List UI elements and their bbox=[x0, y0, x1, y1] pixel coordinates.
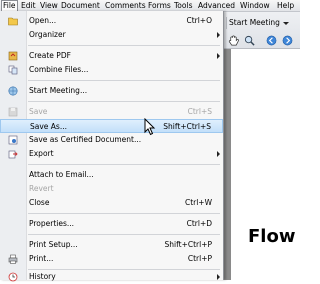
menu-item-label: History bbox=[29, 272, 56, 281]
menu-item-label: Print Setup... bbox=[29, 240, 78, 249]
menu-item-label: Close bbox=[29, 198, 50, 207]
menu-item-label: Properties... bbox=[29, 219, 75, 228]
menu-forms[interactable]: Forms bbox=[147, 1, 172, 10]
menu-item-revert: Revert bbox=[0, 182, 223, 196]
menu-item-organizer[interactable]: Organizer bbox=[0, 28, 223, 42]
submenu-arrow-icon bbox=[217, 53, 220, 59]
menu-item-save-as[interactable]: Save As... Shift+Ctrl+S bbox=[0, 119, 223, 133]
menu-window[interactable]: Window bbox=[239, 1, 271, 10]
file-menu: Open... Ctrl+O Organizer Create PDF Comb… bbox=[0, 11, 224, 282]
menu-item-label: Save As... bbox=[30, 122, 67, 131]
menu-item-label: Save bbox=[29, 107, 48, 116]
chevron-down-icon bbox=[282, 21, 289, 25]
menu-item-create-pdf[interactable]: Create PDF bbox=[0, 49, 223, 63]
menu-item-shortcut: Ctrl+P bbox=[187, 254, 212, 263]
print-icon bbox=[8, 254, 18, 264]
menu-separator bbox=[28, 80, 220, 81]
hand-icon[interactable] bbox=[228, 35, 239, 46]
menu-item-print[interactable]: Print... Ctrl+P bbox=[0, 252, 223, 266]
document-heading-text: Flow bbox=[248, 226, 296, 247]
menu-item-label: Start Meeting... bbox=[29, 86, 88, 95]
menu-item-label: Save as Certified Document... bbox=[29, 135, 142, 144]
submenu-arrow-icon bbox=[217, 32, 220, 38]
menu-item-save: Save Ctrl+S bbox=[0, 105, 223, 119]
menu-item-label: Organizer bbox=[29, 30, 66, 39]
menu-item-export[interactable]: Export bbox=[0, 147, 223, 161]
menu-comments[interactable]: Comments bbox=[104, 1, 147, 10]
save-icon bbox=[8, 107, 18, 117]
menu-item-label: Attach to Email... bbox=[29, 170, 94, 179]
menu-tools[interactable]: Tools bbox=[173, 1, 193, 10]
menu-item-label: Print... bbox=[29, 254, 54, 263]
menu-view[interactable]: View bbox=[39, 1, 59, 10]
menu-item-print-setup[interactable]: Print Setup... Shift+Ctrl+P bbox=[0, 238, 223, 252]
create-pdf-icon bbox=[8, 51, 18, 61]
menu-item-start-meeting[interactable]: Start Meeting... bbox=[0, 84, 223, 98]
menu-item-combine-files[interactable]: Combine Files... bbox=[0, 63, 223, 77]
back-icon[interactable] bbox=[266, 35, 277, 46]
submenu-arrow-icon bbox=[217, 274, 220, 280]
mouse-cursor-icon bbox=[144, 118, 156, 136]
meeting-icon bbox=[8, 86, 18, 96]
menu-document[interactable]: Document bbox=[60, 1, 101, 10]
menu-item-label: Export bbox=[29, 149, 54, 158]
menu-item-open[interactable]: Open... Ctrl+O bbox=[0, 14, 223, 28]
menu-item-shortcut: Ctrl+O bbox=[186, 16, 212, 25]
menu-separator bbox=[28, 213, 220, 214]
menu-item-history[interactable]: History bbox=[0, 270, 223, 284]
menu-item-shortcut: Shift+Ctrl+P bbox=[164, 240, 212, 249]
menu-item-properties[interactable]: Properties... Ctrl+D bbox=[0, 217, 223, 231]
menu-item-shortcut: Ctrl+S bbox=[187, 107, 212, 116]
toolbar: Start Meeting bbox=[224, 12, 300, 49]
certified-icon bbox=[8, 135, 18, 145]
forward-icon[interactable] bbox=[282, 35, 293, 46]
menu-item-shortcut: Shift+Ctrl+S bbox=[163, 122, 211, 131]
combine-files-icon bbox=[8, 65, 18, 75]
menu-separator bbox=[28, 164, 220, 165]
menu-item-save-certified[interactable]: Save as Certified Document... bbox=[0, 133, 223, 147]
menu-item-label: Revert bbox=[29, 184, 54, 193]
menu-item-label: Combine Files... bbox=[29, 65, 89, 74]
menu-item-attach-email[interactable]: Attach to Email... bbox=[0, 168, 223, 182]
menu-item-shortcut: Ctrl+D bbox=[186, 219, 212, 228]
menu-separator bbox=[28, 234, 220, 235]
start-meeting-button[interactable]: Start Meeting bbox=[226, 17, 291, 29]
menu-item-label: Create PDF bbox=[29, 51, 71, 60]
menu-separator bbox=[28, 45, 220, 46]
start-meeting-label: Start Meeting bbox=[229, 18, 280, 27]
menu-separator bbox=[28, 101, 220, 102]
menu-advanced[interactable]: Advanced bbox=[197, 1, 236, 10]
zoom-icon[interactable] bbox=[244, 35, 255, 46]
menu-edit[interactable]: Edit bbox=[20, 1, 37, 10]
menu-item-close[interactable]: Close Ctrl+W bbox=[0, 196, 223, 210]
menu-item-shortcut: Ctrl+W bbox=[184, 198, 212, 207]
history-icon bbox=[8, 272, 18, 282]
open-folder-icon bbox=[8, 17, 18, 26]
menu-item-label: Open... bbox=[29, 16, 57, 25]
menu-help[interactable]: Help bbox=[276, 1, 295, 10]
export-icon bbox=[8, 150, 18, 159]
submenu-arrow-icon bbox=[217, 151, 220, 157]
